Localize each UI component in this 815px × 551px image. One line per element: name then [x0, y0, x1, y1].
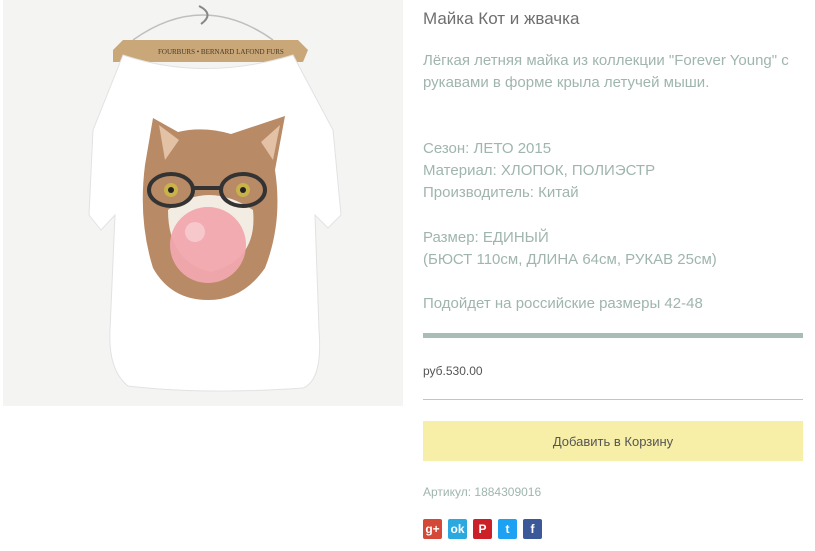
odnoklassniki-icon[interactable]: ok — [448, 519, 467, 539]
add-to-cart-button[interactable]: Добавить в Корзину — [423, 421, 803, 461]
share-bar: g+ ok P t f — [423, 519, 542, 539]
hanger-label-text: FOURBURS • BERNARD LAFOND FURS — [158, 48, 284, 56]
divider — [423, 399, 803, 400]
twitter-icon[interactable]: t — [498, 519, 517, 539]
product-description: Лёгкая летняя майка из коллекции "Foreve… — [423, 52, 789, 91]
facebook-icon[interactable]: f — [523, 519, 542, 539]
material-text: Материал: ХЛОПОК, ПОЛИЭСТР — [423, 162, 656, 179]
price: руб.530.00 — [423, 364, 483, 378]
dimensions-text: (БЮСТ 110см, ДЛИНА 64см, РУКАВ 25см) — [423, 251, 717, 268]
tshirt-illustration: FOURBURS • BERNARD LAFOND FURS — [88, 5, 342, 392]
fit-note-text: Подойдет на российские размеры 42-48 — [423, 295, 703, 312]
pinterest-icon[interactable]: P — [473, 519, 492, 539]
product-title: Майка Кот и жвачка — [423, 9, 580, 28]
divider — [423, 333, 803, 338]
season-text: Сезон: ЛЕТО 2015 — [423, 140, 552, 157]
google-plus-icon[interactable]: g+ — [423, 519, 442, 539]
size-text: Размер: ЕДИНЫЙ — [423, 229, 549, 246]
product-image[interactable]: FOURBURS • BERNARD LAFOND FURS — [3, 0, 403, 406]
manufacturer-text: Производитель: Китай — [423, 184, 579, 201]
sku-text: Артикул: 1884309016 — [423, 485, 542, 499]
